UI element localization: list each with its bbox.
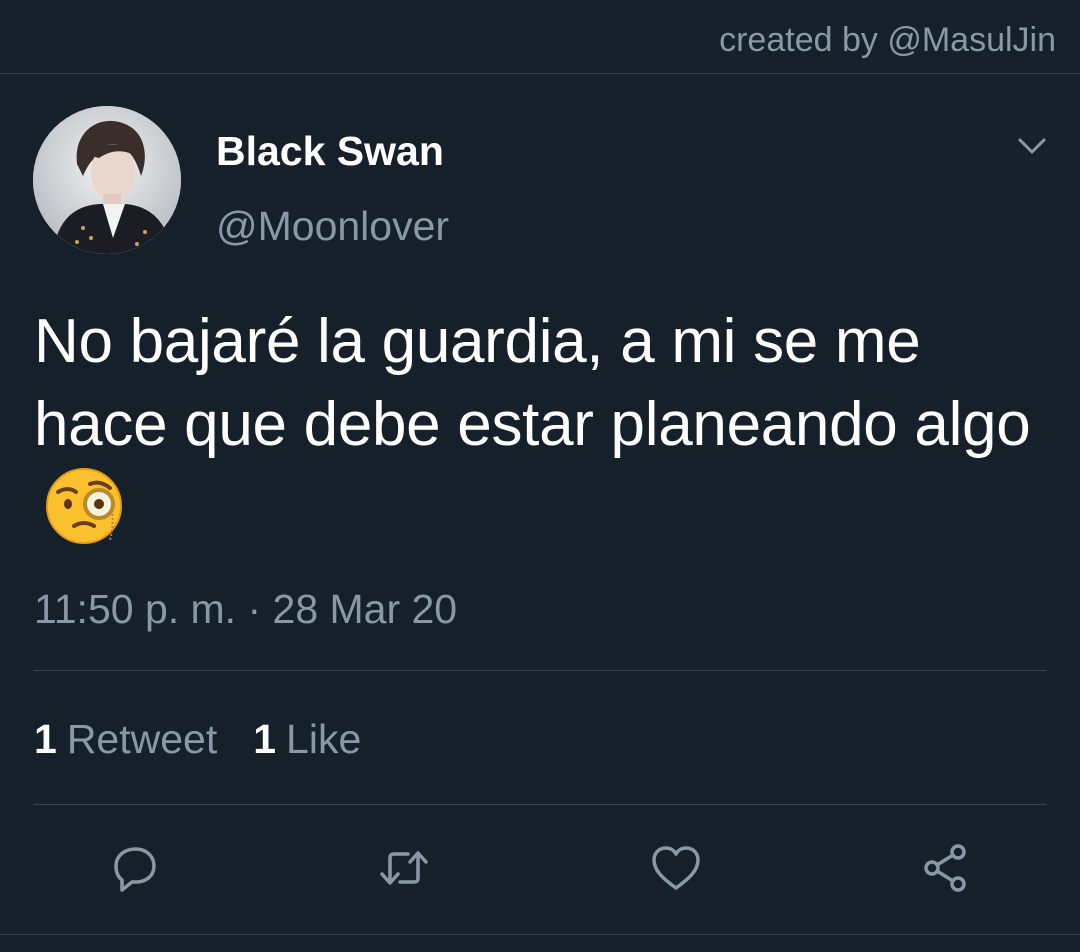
avatar[interactable] xyxy=(33,106,181,254)
retweet-icon[interactable] xyxy=(376,840,432,896)
like-icon[interactable] xyxy=(648,840,704,896)
user-handle[interactable]: @Moonlover xyxy=(216,201,449,251)
like-stat[interactable]: 1 Like xyxy=(253,712,361,766)
header-divider xyxy=(0,73,1080,74)
tweet-action-bar xyxy=(0,840,1080,896)
share-icon[interactable] xyxy=(918,840,974,896)
tweet-body: No bajaré la guardia, a mi se me hace qu… xyxy=(34,307,1031,459)
like-label: Like xyxy=(286,716,362,762)
retweet-label: Retweet xyxy=(66,716,218,762)
reply-icon[interactable] xyxy=(106,840,162,896)
watermark-credit: created by @MasulJin xyxy=(719,21,1056,59)
tweet-timestamp[interactable]: 11:50 p. m. · 28 Mar 20 xyxy=(34,582,457,636)
tweet-stats: 1 Retweet 1 Like xyxy=(34,712,361,766)
chevron-down-icon[interactable] xyxy=(1012,130,1052,162)
face-with-monocle-icon xyxy=(44,466,124,546)
tweet-text: No bajaré la guardia, a mi se me hace qu… xyxy=(34,300,1054,553)
user-display-name[interactable]: Black Swan xyxy=(216,126,444,176)
like-count: 1 xyxy=(253,716,277,762)
divider xyxy=(34,670,1046,671)
retweet-count: 1 xyxy=(34,716,57,762)
retweet-stat[interactable]: 1 Retweet xyxy=(34,712,217,766)
footer-divider xyxy=(0,934,1080,935)
divider xyxy=(34,804,1046,805)
